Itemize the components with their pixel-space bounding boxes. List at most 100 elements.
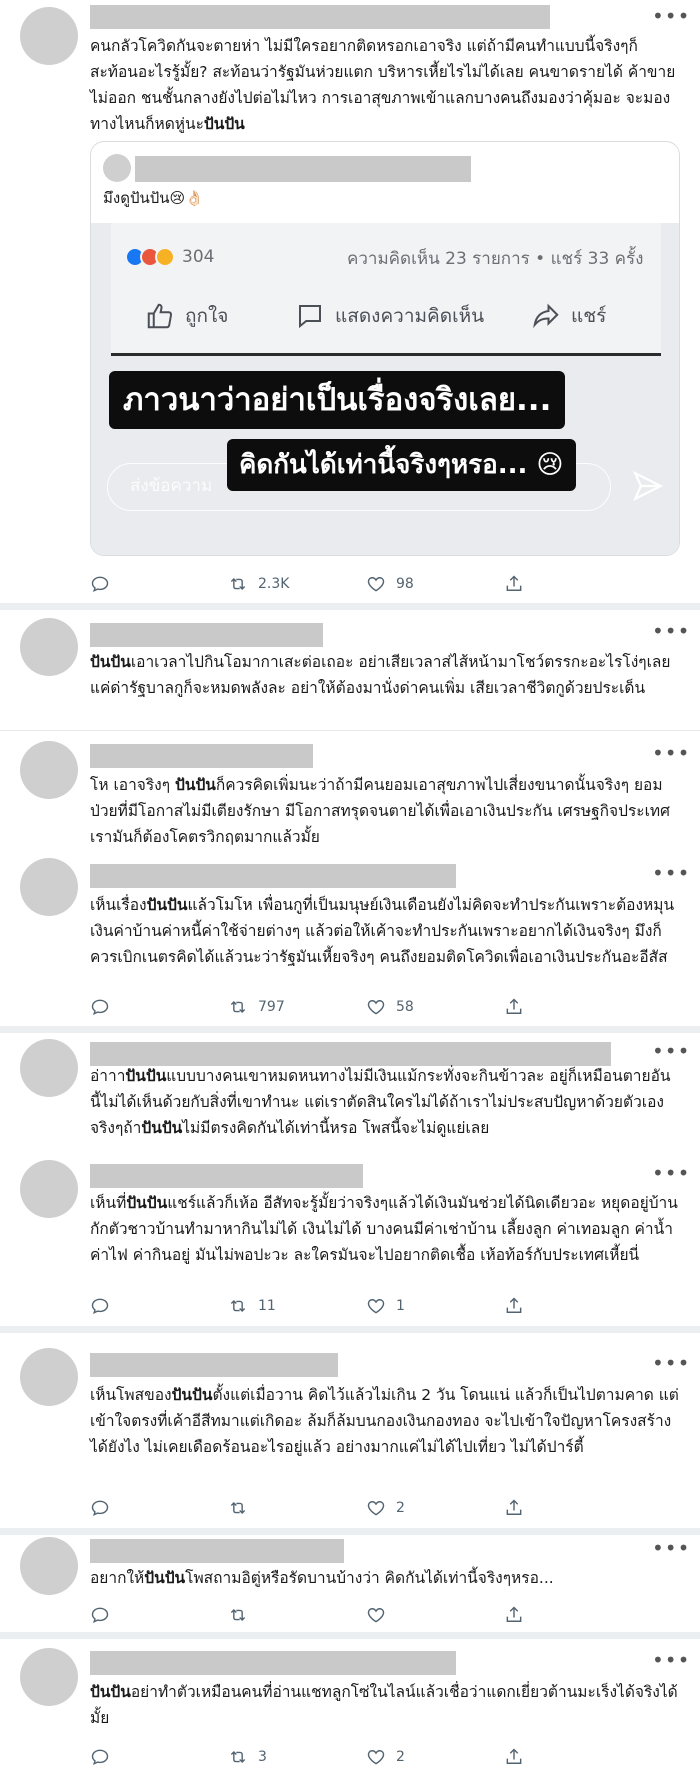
- reply-button[interactable]: [90, 1603, 120, 1627]
- share-arrow-icon: [533, 303, 559, 329]
- tweet-post: ••• คนกลัวโควิดกันจะตายห่า ไม่มีใครอยากต…: [0, 0, 700, 600]
- tweet-post: ••• ปันปันเอาเวลาไปกินโอมากาเสะต่อเถอะ อ…: [0, 610, 700, 728]
- like-button[interactable]: [366, 1603, 396, 1627]
- retweet-button[interactable]: 797: [228, 995, 285, 1019]
- reply-icon: [91, 1749, 109, 1765]
- retweet-count: 2.3K: [258, 576, 290, 592]
- share-button[interactable]: [504, 1745, 524, 1769]
- more-dots-icon[interactable]: •••: [652, 863, 689, 883]
- more-dots-icon[interactable]: •••: [652, 1650, 689, 1670]
- like-button[interactable]: 58: [366, 995, 414, 1019]
- share-button[interactable]: [504, 995, 524, 1019]
- author-name-redacted[interactable]: [90, 1164, 363, 1188]
- avatar[interactable]: [20, 1160, 78, 1218]
- like-button[interactable]: 98: [366, 572, 414, 596]
- more-dots-icon[interactable]: •••: [652, 1538, 689, 1558]
- share-button[interactable]: [504, 1294, 524, 1318]
- more-dots-icon[interactable]: •••: [652, 743, 689, 763]
- send-icon: [632, 470, 664, 502]
- share-button[interactable]: [504, 572, 524, 596]
- avatar[interactable]: [20, 618, 78, 676]
- like-button[interactable]: 2: [366, 1745, 405, 1769]
- author-name-redacted[interactable]: [90, 5, 550, 29]
- like-count: 1: [396, 1298, 405, 1314]
- tweet-actions: 11 1: [90, 1294, 600, 1318]
- author-name-redacted[interactable]: [90, 623, 323, 647]
- like-button[interactable]: 2: [366, 1496, 405, 1520]
- quoted-text: มึงดูปันปัน😢👌🏻: [103, 189, 204, 207]
- reply-button[interactable]: [90, 1745, 120, 1769]
- retweet-button[interactable]: 2.3K: [228, 572, 289, 596]
- avatar[interactable]: [20, 1537, 78, 1595]
- share-icon: [506, 575, 522, 591]
- author-name-redacted[interactable]: [90, 1353, 338, 1377]
- avatar[interactable]: [20, 858, 78, 916]
- fb-share: แชร์: [531, 301, 606, 331]
- tweet-actions: 2.3K 98: [90, 572, 600, 596]
- heart-icon: [367, 1750, 385, 1765]
- thread-separator: [0, 603, 700, 610]
- author-name-redacted[interactable]: [90, 1539, 344, 1563]
- avatar[interactable]: [20, 1648, 78, 1706]
- author-name-redacted[interactable]: [90, 864, 456, 888]
- retweet-button[interactable]: 11: [228, 1294, 276, 1318]
- reply-button[interactable]: [90, 1496, 120, 1520]
- reply-button[interactable]: [90, 995, 120, 1019]
- sad-reaction-icon: [155, 247, 175, 267]
- more-dots-icon[interactable]: •••: [652, 621, 689, 641]
- thread-separator: [0, 1528, 700, 1535]
- tweet-actions: 32: [90, 1745, 600, 1769]
- comment-icon: [299, 305, 321, 329]
- fb-comment-label: แสดงความคิดเห็น: [335, 305, 485, 327]
- avatar[interactable]: [20, 1039, 78, 1097]
- like-button[interactable]: 1: [366, 1294, 405, 1318]
- quoted-tweet-card[interactable]: มึงดูปันปัน😢👌🏻 304 ความคิดเห็น 23 รายการ…: [90, 141, 680, 556]
- more-dots-icon[interactable]: •••: [652, 1353, 689, 1373]
- retweet-icon: [230, 577, 246, 591]
- retweet-button[interactable]: [228, 1603, 258, 1627]
- share-button[interactable]: [504, 1603, 524, 1627]
- fb-comment: แสดงความคิดเห็น: [295, 301, 484, 331]
- retweet-button[interactable]: [228, 1496, 258, 1520]
- fb-share-label: แชร์: [571, 305, 607, 327]
- share-icon: [506, 1297, 522, 1313]
- more-dots-icon[interactable]: •••: [652, 6, 689, 26]
- more-dots-icon[interactable]: •••: [652, 1041, 689, 1061]
- retweet-button[interactable]: 3: [228, 1745, 267, 1769]
- tweet-text: ปันปันเอาเวลาไปกินโอมากาเสะต่อเถอะ อย่าเ…: [90, 653, 671, 697]
- tweet-text: คนกลัวโควิดกันจะตายห่า ไม่มีใครอยากติดหร…: [90, 37, 676, 133]
- tweet-text: โห เอาจริงๆ ปันปันก็ควรคิดเพิ่มนะว่าถ้าม…: [90, 776, 670, 846]
- reply-button[interactable]: [90, 1294, 120, 1318]
- heart-icon: [367, 1299, 385, 1314]
- author-name-redacted[interactable]: [90, 744, 313, 768]
- tweet-post: ••• เห็นเรื่องปันปันแล้วโมโห เพื่อนกูที่…: [0, 852, 700, 1024]
- quoted-avatar: [103, 154, 131, 182]
- avatar[interactable]: [20, 7, 78, 65]
- tweet-actions: 2: [90, 1496, 600, 1520]
- caption-overlay-2: คิดกันได้เท่านี้จริงๆหรอ... 😢: [227, 439, 576, 491]
- avatar[interactable]: [20, 741, 78, 799]
- reply-icon: [91, 576, 109, 592]
- tweet-text: ปันปันอย่าทำตัวเหมือนคนที่อ่านแชทลูกโซ่ใ…: [90, 1683, 678, 1727]
- tweet-post: ••• ปันปันอย่าทำตัวเหมือนคนที่อ่านแชทลูก…: [0, 1639, 700, 1778]
- share-button[interactable]: [504, 1496, 524, 1520]
- tweet-text: เห็นที่ปันปันแชร์แล้วก็เห้อ อีสัทจะรู้มั…: [90, 1194, 678, 1264]
- tweet-post: ••• เห็นโพสของปันปันตั้งแต่เมื่อวาน คิดไ…: [0, 1333, 700, 1525]
- reply-button[interactable]: [90, 572, 120, 596]
- tweet-text: เห็นโพสของปันปันตั้งแต่เมื่อวาน คิดไว้แล…: [90, 1386, 679, 1456]
- share-icon: [506, 1748, 522, 1764]
- thread-separator: [0, 1026, 700, 1033]
- tweet-post: ••• โห เอาจริงๆ ปันปันก็ควรคิดเพิ่มนะว่า…: [0, 732, 700, 850]
- avatar[interactable]: [20, 1348, 78, 1406]
- like-count: 98: [396, 576, 414, 592]
- quoted-media-image[interactable]: 304 ความคิดเห็น 23 รายการ • แชร์ 33 ครั้…: [91, 223, 679, 555]
- comment-share-count: ความคิดเห็น 23 รายการ • แชร์ 33 ครั้ง: [347, 249, 644, 269]
- like-count: 58: [396, 999, 414, 1015]
- reply-icon: [91, 1607, 109, 1623]
- retweet-icon: [230, 1750, 246, 1764]
- thread-separator: [0, 1632, 700, 1639]
- tweet-text: อยากให้ปันปันโพสถามอิตู่หรือรัดบานบ้างว่…: [90, 1569, 554, 1587]
- author-name-redacted[interactable]: [90, 1651, 456, 1675]
- like-count: 2: [396, 1749, 405, 1765]
- more-dots-icon[interactable]: •••: [652, 1163, 689, 1183]
